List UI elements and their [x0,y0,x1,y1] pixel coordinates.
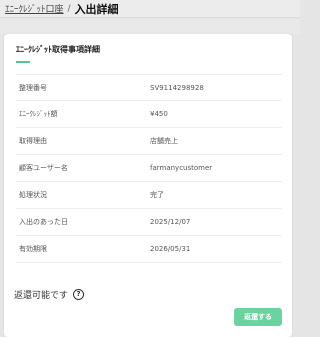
row-label: 取得理由 [19,137,47,145]
row-label: 顧客ユーザー名 [19,164,68,172]
refund-button[interactable]: 返還する [234,308,282,326]
table-row: 整理番号 SV9114298928 [16,74,282,101]
table-row: 有効期限 2026/05/31 [16,236,282,263]
table-row: 処理状況 完了 [16,182,282,209]
detail-card: ｴﾆｰｸﾚｼﾞｯﾄ取得事項詳細 整理番号 SV9114298928 ｴﾆｰｸﾚｼ… [4,34,292,337]
row-label: 入出のあった日 [19,218,68,226]
row-value: SV9114298928 [150,83,204,92]
row-label: ｴﾆｰｸﾚｼﾞｯﾄ額 [19,110,58,118]
row-value: farmanycustomer [150,164,213,172]
row-value: ¥450 [150,110,168,118]
title-underline [16,61,30,63]
row-value: 店舗売上 [150,137,178,145]
table-row: 入出のあった日 2025/12/07 [16,209,282,236]
row-value: 完了 [150,191,164,199]
table-row: 顧客ユーザー名 farmanycustomer [16,155,282,182]
question-circle-icon[interactable]: ? [73,289,85,300]
refund-status: 返還可能です ? [14,288,85,301]
detail-table: 整理番号 SV9114298928 ｴﾆｰｸﾚｼﾞｯﾄ額 ¥450 取得理由 店… [16,74,282,263]
row-label: 処理状況 [19,191,47,199]
card-title: ｴﾆｰｸﾚｼﾞｯﾄ取得事項詳細 [16,45,100,54]
refund-status-text: 返還可能です [14,291,69,301]
header-spacer [0,19,300,34]
breadcrumb: ｴﾆｰｸﾚｼﾞｯﾄ口座 / 入出詳細 [0,0,300,18]
table-row: 取得理由 店舗売上 [16,128,282,155]
row-value: 2026/05/31 [150,245,191,253]
breadcrumb-separator: / [67,3,71,14]
row-label: 有効期限 [19,245,47,253]
table-row: ｴﾆｰｸﾚｼﾞｯﾄ額 ¥450 [16,101,282,128]
page-title: 入出詳細 [74,2,119,16]
row-value: 2025/12/07 [150,218,191,226]
breadcrumb-parent-link[interactable]: ｴﾆｰｸﾚｼﾞｯﾄ口座 [5,2,64,15]
row-label: 整理番号 [19,83,47,92]
